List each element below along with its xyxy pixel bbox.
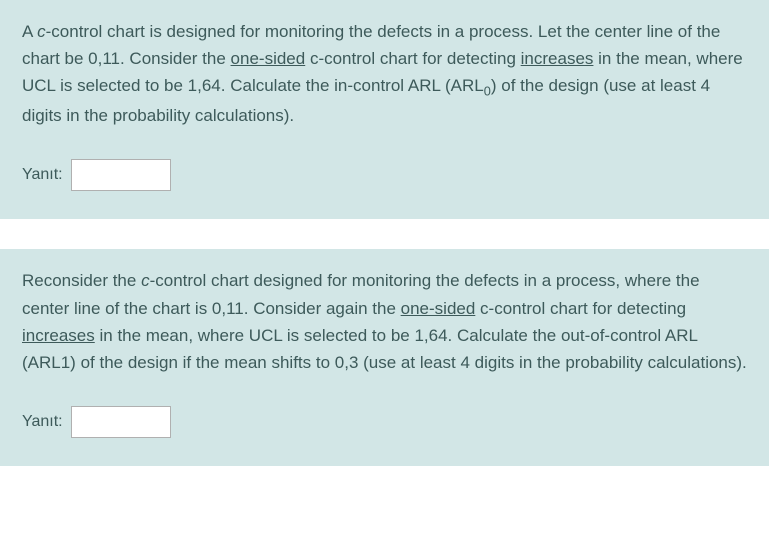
text-part: c-control chart for detecting <box>305 49 520 68</box>
text-part: Reconsider the <box>22 271 141 290</box>
text-subscript-0: 0 <box>484 84 491 99</box>
text-italic-c: c <box>37 22 46 41</box>
question-text-1: A c-control chart is designed for monito… <box>22 18 747 129</box>
answer-row-2: Yanıt: <box>22 406 747 438</box>
answer-label-2: Yanıt: <box>22 413 63 431</box>
question-block-1: A c-control chart is designed for monito… <box>0 0 769 219</box>
text-part: in the mean, where UCL is selected to be… <box>22 326 747 372</box>
text-underlined-onesided: one-sided <box>231 49 306 68</box>
answer-row-1: Yanıt: <box>22 159 747 191</box>
question-text-2: Reconsider the c-control chart designed … <box>22 267 747 376</box>
text-italic-c: c <box>141 271 150 290</box>
text-part: A <box>22 22 37 41</box>
answer-input-2[interactable] <box>71 406 171 438</box>
question-block-2: Reconsider the c-control chart designed … <box>0 249 769 466</box>
text-underlined-increases: increases <box>521 49 594 68</box>
answer-input-1[interactable] <box>71 159 171 191</box>
text-underlined-increases: increases <box>22 326 95 345</box>
text-part: c-control chart for detecting <box>475 299 686 318</box>
text-underlined-onesided: one-sided <box>401 299 476 318</box>
answer-label-1: Yanıt: <box>22 166 63 184</box>
